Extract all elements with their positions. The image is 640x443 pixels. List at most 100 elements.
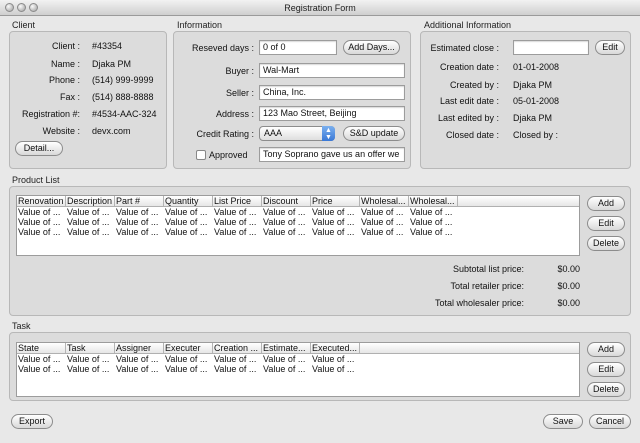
credit-rating-select[interactable]: AAA ▲ ▼ (259, 126, 335, 141)
table-cell: Value of ... (361, 227, 404, 237)
task-edit-button[interactable]: Edit (587, 362, 625, 377)
product-col-description[interactable]: Description (66, 196, 115, 206)
table-cell: Value of ... (263, 207, 306, 217)
total-retailer-price-label: Total retailer price: (450, 281, 524, 291)
last-edited-by-value: Djaka PM (513, 113, 553, 123)
client-website-label: Website : (42, 126, 80, 136)
table-cell: Value of ... (214, 227, 257, 237)
table-cell: Value of ... (116, 207, 159, 217)
product-col-discount[interactable]: Discount (262, 196, 311, 206)
window-title: Registration Form (284, 3, 356, 13)
created-by-label: Created by : (449, 80, 499, 90)
product-col-list-price[interactable]: List Price (213, 196, 262, 206)
table-row[interactable]: Value of ... Value of ... Value of ... V… (17, 207, 579, 217)
table-row[interactable]: Value of ... Value of ... Value of ... V… (17, 217, 579, 227)
information-group: Reseved days : 0 of 0 Add Days... Buyer … (173, 31, 411, 169)
client-section-label: Client (12, 20, 36, 30)
task-table-header: State Task Assigner Executer Creation ..… (17, 343, 579, 354)
client-registration-label: Registration #: (21, 109, 80, 119)
client-phone-value: (514) 999-9999 (92, 75, 154, 85)
last-edit-date-label: Last edit date : (439, 96, 499, 106)
address-field[interactable]: 123 Mao Street, Beijing (259, 106, 405, 121)
task-delete-button[interactable]: Delete (587, 382, 625, 397)
note-field[interactable]: Tony Soprano gave us an offer we (259, 147, 405, 162)
reserved-days-field[interactable]: 0 of 0 (259, 40, 337, 55)
task-col-creation[interactable]: Creation ... (213, 343, 262, 353)
table-cell: Value of ... (214, 217, 257, 227)
table-cell: Value of ... (312, 364, 355, 374)
detail-button[interactable]: Detail... (15, 141, 63, 156)
approved-label: Approved (209, 150, 248, 160)
zoom-window-icon[interactable] (29, 3, 38, 12)
table-cell: Value of ... (165, 207, 208, 217)
task-col-estimate[interactable]: Estimate... (262, 343, 311, 353)
task-col-executer[interactable]: Executer (164, 343, 213, 353)
task-col-executed[interactable]: Executed... (311, 343, 360, 353)
product-col-quantity[interactable]: Quantity (164, 196, 213, 206)
table-cell: Value of ... (312, 207, 355, 217)
table-cell: Value of ... (67, 227, 110, 237)
creation-date-value: 01-01-2008 (513, 62, 560, 72)
client-fax-label: Fax : (59, 92, 80, 102)
credit-rating-label: Credit Rating : (196, 129, 254, 139)
additional-group: Estimated close : Edit Creation date : 0… (420, 31, 631, 169)
table-cell: Value of ... (165, 364, 208, 374)
additional-section-label: Additional Information (424, 20, 512, 30)
estimated-close-field[interactable] (513, 40, 589, 55)
total-wholesaler-price-value: $0.00 (557, 298, 580, 308)
subtotal-list-price-value: $0.00 (557, 264, 580, 274)
client-name-label: Name : (50, 59, 80, 69)
product-edit-button[interactable]: Edit (587, 216, 625, 231)
task-col-assigner[interactable]: Assigner (115, 343, 164, 353)
product-table[interactable]: Renovation Description Part # Quantity L… (16, 195, 580, 256)
product-delete-button[interactable]: Delete (587, 236, 625, 251)
task-section-label: Task (12, 321, 31, 331)
table-cell: Value of ... (263, 364, 306, 374)
closed-date-label: Closed date : (445, 130, 499, 140)
product-col-part[interactable]: Part # (115, 196, 164, 206)
sd-update-button[interactable]: S&D update (343, 126, 405, 141)
task-add-button[interactable]: Add (587, 342, 625, 357)
seller-label: Seller : (225, 88, 254, 98)
product-col-price[interactable]: Price (311, 196, 360, 206)
table-row[interactable]: Value of ... Value of ... Value of ... V… (17, 364, 579, 374)
product-col-wholesale-1[interactable]: Wholesal... (360, 196, 409, 206)
table-cell: Value of ... (116, 217, 159, 227)
client-registration-value: #4534-AAC-324 (92, 109, 157, 119)
buyer-field[interactable]: Wal-Mart (259, 63, 405, 78)
table-cell: Value of ... (18, 207, 61, 217)
total-retailer-price-value: $0.00 (557, 281, 580, 291)
estimated-close-edit-button[interactable]: Edit (595, 40, 625, 55)
credit-rating-value: AAA (264, 128, 283, 138)
client-website-value: devx.com (92, 126, 131, 136)
save-button[interactable]: Save (543, 414, 583, 429)
client-name-value: Djaka PM (92, 59, 132, 69)
add-days-button[interactable]: Add Days... (343, 40, 400, 55)
table-row[interactable]: Value of ... Value of ... Value of ... V… (17, 354, 579, 364)
product-add-button[interactable]: Add (587, 196, 625, 211)
table-cell: Value of ... (18, 364, 61, 374)
table-cell: Value of ... (165, 354, 208, 364)
minimize-window-icon[interactable] (17, 3, 26, 12)
product-col-wholesale-2[interactable]: Wholesal... (409, 196, 458, 206)
export-button[interactable]: Export (11, 414, 53, 429)
creation-date-label: Creation date : (439, 62, 499, 72)
task-col-state[interactable]: State (17, 343, 66, 353)
table-cell: Value of ... (312, 354, 355, 364)
seller-field[interactable]: China, Inc. (259, 85, 405, 100)
table-cell: Value of ... (116, 364, 159, 374)
task-table[interactable]: State Task Assigner Executer Creation ..… (16, 342, 580, 397)
up-down-arrows-icon: ▲ ▼ (322, 126, 335, 141)
table-cell: Value of ... (67, 217, 110, 227)
window-controls[interactable] (5, 3, 38, 12)
reserved-days-label: Reseved days : (191, 43, 254, 53)
address-label: Address : (215, 109, 254, 119)
table-cell: Value of ... (67, 207, 110, 217)
table-row[interactable]: Value of ... Value of ... Value of ... V… (17, 227, 579, 237)
task-col-task[interactable]: Task (66, 343, 115, 353)
table-cell: Value of ... (67, 364, 110, 374)
product-col-renovation[interactable]: Renovation (17, 196, 66, 206)
close-window-icon[interactable] (5, 3, 14, 12)
cancel-button[interactable]: Cancel (589, 414, 631, 429)
approved-checkbox[interactable] (196, 150, 206, 160)
